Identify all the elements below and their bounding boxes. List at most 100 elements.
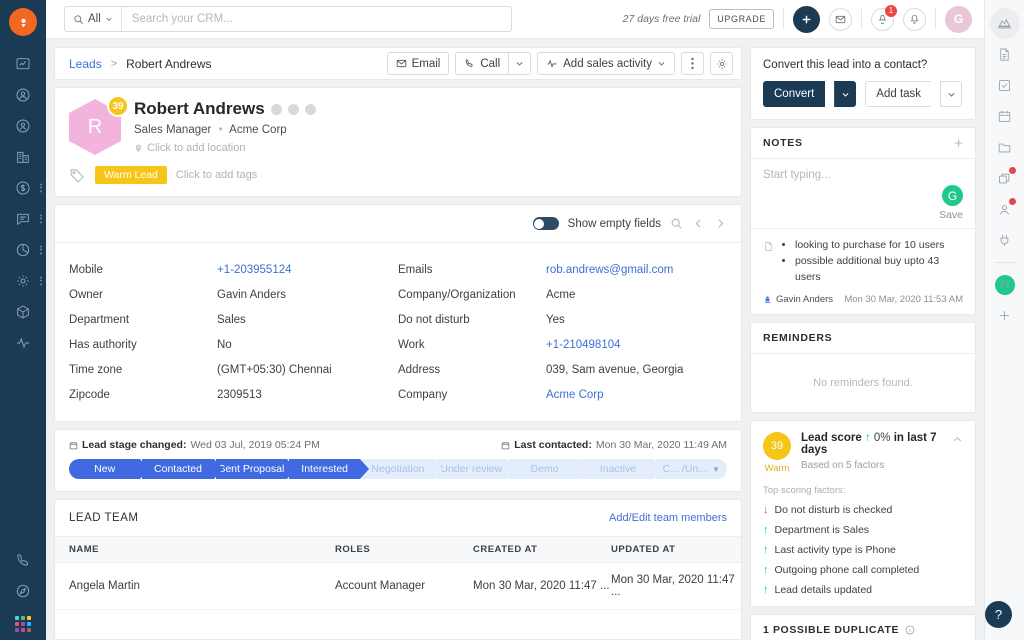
rail-item-add[interactable]: [990, 300, 1020, 331]
pipeline-stage[interactable]: Demo: [508, 459, 590, 479]
add-sales-activity-button[interactable]: Add sales activity: [537, 52, 675, 75]
pipeline-stage[interactable]: Sent Proposal: [215, 459, 297, 479]
field-row: Time zone (GMT+05:30) Chennai: [69, 357, 398, 382]
add-edit-team-members-link[interactable]: Add/Edit team members: [609, 512, 727, 524]
twitter-icon[interactable]: [287, 103, 299, 115]
email-action-button[interactable]: Email: [386, 52, 450, 75]
search-scope-dropdown[interactable]: All: [65, 7, 122, 31]
sidebar-item-phone[interactable]: [0, 544, 46, 575]
pipeline-stage-label: C... /Un...: [662, 463, 707, 475]
add-new-button[interactable]: [793, 5, 820, 33]
fields-column-right: Emails rob.andrews@gmail.com Company/Organ…: [398, 257, 727, 407]
pipeline-stage[interactable]: Inactive: [582, 459, 663, 479]
rail-item-support[interactable]: [990, 269, 1020, 300]
next-record-button[interactable]: [714, 217, 727, 230]
rail-item-calendar[interactable]: [990, 101, 1020, 132]
calendar-icon: [502, 441, 510, 449]
convert-dropdown-button[interactable]: [834, 81, 857, 107]
note-input[interactable]: Start typing...: [751, 159, 975, 185]
sidebar-bottom-group: [0, 544, 46, 640]
pipeline-more-icon[interactable]: ▼: [712, 465, 720, 474]
sidebar-item-explore[interactable]: [0, 575, 46, 606]
more-options-button[interactable]: [681, 52, 704, 75]
lead-profile-card: R 39 Robert Andrews Sales Manager • Acme…: [54, 87, 742, 197]
tag-chip[interactable]: Warm Lead: [95, 166, 167, 184]
fields-body: Mobile +1-203955124 Owner Gavin Anders Depar…: [55, 243, 741, 421]
search-input[interactable]: [121, 7, 511, 31]
linkedin-icon[interactable]: [304, 103, 316, 115]
record-settings-button[interactable]: [710, 52, 733, 75]
notifications-button[interactable]: [903, 7, 926, 31]
add-tag-link[interactable]: Click to add tags: [176, 169, 257, 181]
lead-fields-card: Show empty fields Mobile +1-203955124 Owne…: [54, 204, 742, 422]
reminders-empty-message: No reminders found.: [813, 377, 913, 390]
pipeline-stage-label: Contacted: [154, 463, 202, 475]
table-row[interactable]: Angela Martin Account Manager Mon 30 Mar, …: [55, 562, 741, 610]
note-bullet-list: looking to purchase for 10 userspossible…: [795, 238, 963, 285]
add-note-icon[interactable]: +: [954, 136, 963, 151]
email-button[interactable]: [829, 7, 852, 31]
field-value[interactable]: Acme Corp: [546, 389, 604, 401]
pipeline-stage[interactable]: New: [69, 459, 150, 479]
field-value[interactable]: rob.andrews@gmail.com: [546, 264, 673, 276]
sidebar-item-settings[interactable]: [0, 265, 46, 296]
pipeline-stage[interactable]: Under review: [435, 459, 517, 479]
global-search[interactable]: All: [64, 6, 512, 32]
previous-record-button[interactable]: [692, 217, 705, 230]
sidebar-item-leads[interactable]: [0, 110, 46, 141]
facebook-icon[interactable]: [270, 103, 282, 115]
sidebar-item-companies[interactable]: [0, 141, 46, 172]
convert-button[interactable]: Convert: [763, 81, 826, 107]
sidebar-item-deals[interactable]: [0, 172, 46, 203]
sidebar-item-reports[interactable]: [0, 234, 46, 265]
add-task-button[interactable]: Add task: [865, 81, 932, 107]
sidebar-item-conversations[interactable]: [0, 203, 46, 234]
search-fields-icon[interactable]: [670, 217, 683, 230]
app-logo-icon[interactable]: [9, 8, 37, 36]
field-row: Company Acme Corp: [398, 382, 727, 407]
plus-icon: [1000, 311, 1009, 320]
divider: [935, 9, 936, 29]
sidebar-item-contacts[interactable]: [0, 79, 46, 110]
sidebar-item-products[interactable]: [0, 296, 46, 327]
scoring-factor-text: Last activity type is Phone: [774, 544, 896, 557]
rail-item-documents[interactable]: [990, 39, 1020, 70]
help-button[interactable]: ?: [985, 601, 1012, 628]
breadcrumb-parent[interactable]: Leads: [69, 57, 102, 71]
rail-item-tasks[interactable]: [990, 70, 1020, 101]
call-action-button[interactable]: Call: [455, 52, 509, 75]
activity-icon: [547, 59, 557, 68]
field-value[interactable]: +1-210498104: [546, 339, 621, 351]
lead-temperature: Warm: [764, 463, 790, 475]
rail-item-contacts[interactable]: [990, 194, 1020, 225]
rail-item-deals[interactable]: [990, 163, 1020, 194]
add-location-link[interactable]: Click to add location: [134, 142, 727, 154]
pipeline-stage[interactable]: Contacted: [142, 459, 224, 479]
note-timestamp: Mon 30 Mar, 2020 11:53 AM: [844, 294, 963, 306]
rail-item-highlights[interactable]: [989, 8, 1020, 39]
rail-item-integrations[interactable]: [990, 225, 1020, 256]
trial-status: 27 days free trial: [622, 13, 701, 25]
save-note-button[interactable]: Save: [939, 209, 963, 221]
show-empty-fields-toggle[interactable]: [532, 217, 559, 230]
app-switcher-icon[interactable]: [15, 616, 31, 632]
pipeline-stage[interactable]: Interested: [288, 459, 370, 479]
add-task-dropdown-button[interactable]: [940, 81, 963, 107]
upgrade-button[interactable]: UPGRADE: [709, 9, 774, 29]
announcements-button[interactable]: 1: [871, 4, 897, 31]
pipeline-stage[interactable]: C... /Un... ▼: [655, 459, 727, 479]
note-author-avatar: G: [942, 185, 963, 206]
sidebar-item-dashboard[interactable]: [0, 48, 46, 79]
call-dropdown-button[interactable]: [508, 52, 532, 75]
rail-item-files[interactable]: [990, 132, 1020, 163]
user-avatar[interactable]: G: [945, 5, 972, 33]
field-value[interactable]: +1-203955124: [217, 264, 292, 276]
pipeline-stage-label: Interested: [301, 463, 348, 475]
chevron-down-icon: [516, 62, 523, 66]
pipeline-stage-label: Sent Proposal: [218, 463, 285, 475]
collapse-score-button[interactable]: [952, 432, 963, 450]
sidebar-item-activity[interactable]: [0, 327, 46, 358]
field-row: Owner Gavin Anders: [69, 282, 398, 307]
pipeline-stage[interactable]: Negotiation: [362, 459, 444, 479]
calendar-icon: [69, 441, 78, 449]
